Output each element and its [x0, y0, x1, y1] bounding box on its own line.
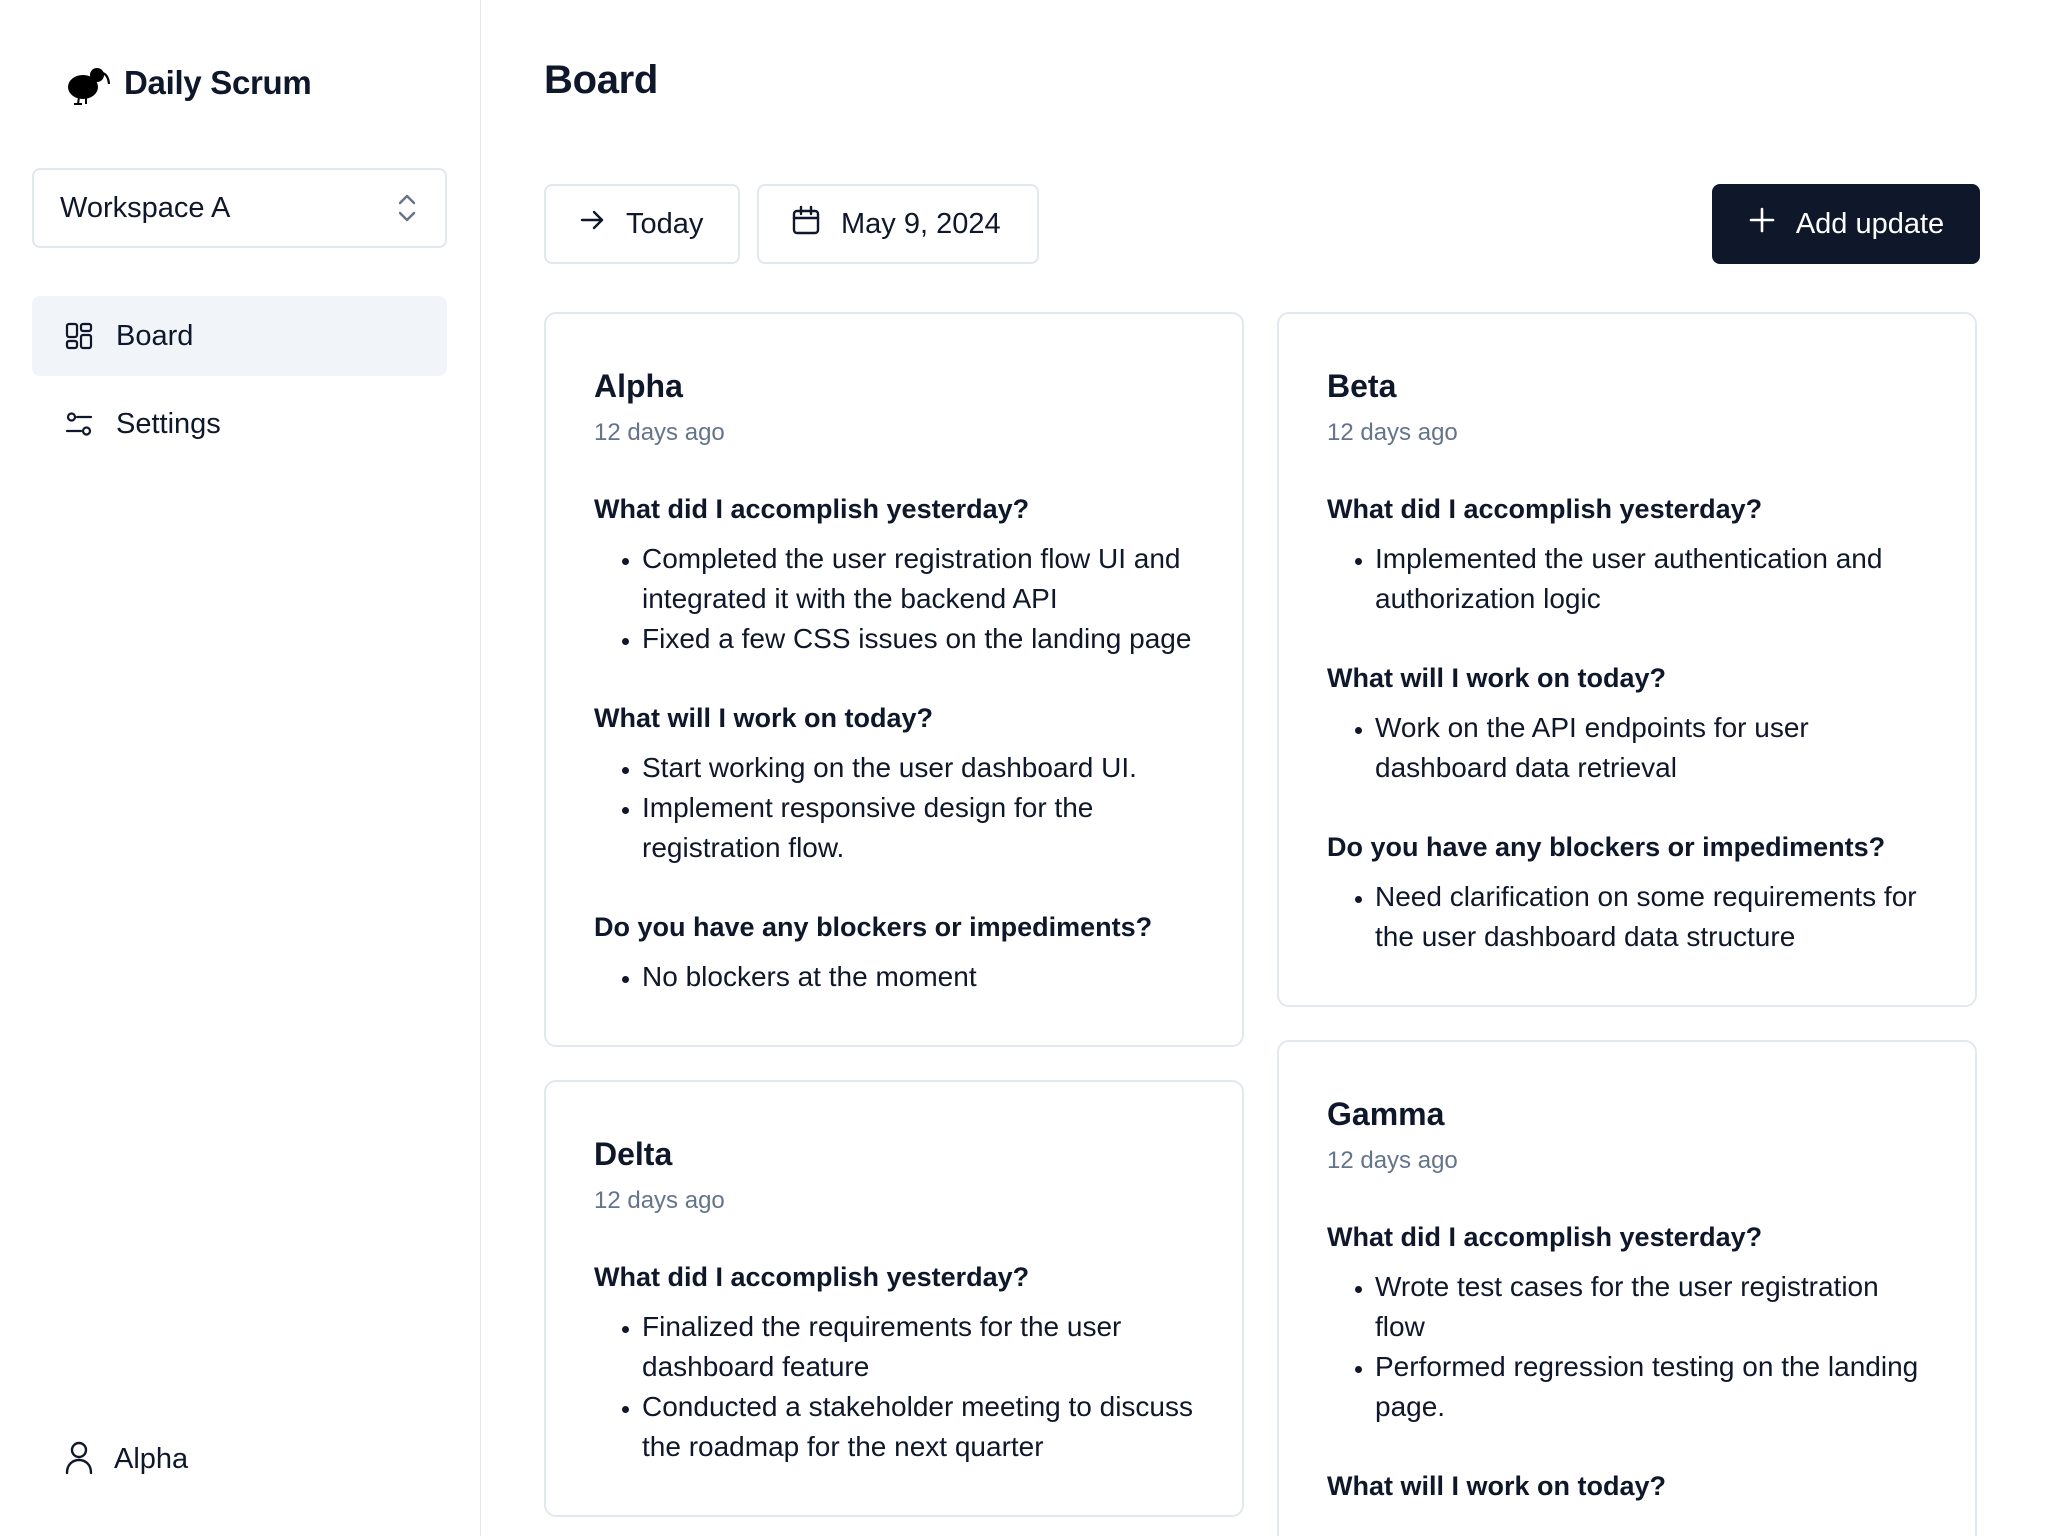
main-content: Board Today May 9, 2024 Add update Alpha… [481, 0, 2048, 1536]
card-section: What will I work on today? Start working… [594, 701, 1194, 868]
update-card: Delta 12 days ago What did I accomplish … [544, 1080, 1244, 1517]
section-question: What did I accomplish yesterday? [594, 494, 1030, 524]
update-card: Beta 12 days ago What did I accomplish y… [1277, 312, 1977, 1007]
arrow-right-icon [578, 206, 606, 242]
sidebar: Daily Scrum Workspace A Board Settings A… [0, 0, 481, 1536]
list-item: Implemented the user authentication and … [1375, 539, 1927, 619]
page-title: Board [544, 58, 659, 102]
list-item: Conducted a stakeholder meeting to discu… [642, 1387, 1194, 1467]
section-question: What will I work on today? [1327, 1471, 1667, 1501]
today-button-label: Today [626, 207, 704, 240]
add-update-button[interactable]: Add update [1712, 184, 1980, 264]
brand-name: Daily Scrum [124, 64, 312, 101]
board-column-left: Alpha 12 days ago What did I accomplish … [544, 312, 1244, 1536]
card-author: Delta [594, 1136, 673, 1172]
toolbar: Today May 9, 2024 Add update [544, 184, 1980, 264]
sidebar-nav: Board Settings [32, 296, 447, 472]
section-list: Implemented the user authentication and … [1327, 539, 1927, 619]
sidebar-item-settings[interactable]: Settings [32, 384, 447, 464]
card-timestamp: 12 days ago [1327, 1147, 1458, 1174]
add-update-label: Add update [1795, 207, 1945, 240]
sidebar-item-label: Settings [116, 407, 221, 440]
section-question: What did I accomplish yesterday? [1327, 494, 1763, 524]
calendar-icon [791, 205, 821, 243]
brand[interactable]: Daily Scrum [64, 60, 312, 106]
section-list: Finalized the requirements for the user … [594, 1307, 1194, 1467]
sliders-icon [64, 409, 94, 439]
date-picker-label: May 9, 2024 [841, 207, 1001, 240]
card-section: What did I accomplish yesterday? Complet… [594, 492, 1194, 659]
list-item: Fixed a few CSS issues on the landing pa… [642, 619, 1194, 659]
plus-icon [1748, 206, 1776, 242]
card-section: What did I accomplish yesterday? Finaliz… [594, 1260, 1194, 1467]
list-item: Wrote test cases for the user registrati… [1375, 1267, 1927, 1347]
list-item: Finalized the requirements for the user … [642, 1307, 1194, 1387]
card-timestamp: 12 days ago [594, 419, 725, 446]
section-list: Wrote test cases for the user registrati… [1327, 1267, 1927, 1427]
section-list: Work on the API endpoints for user dashb… [1327, 708, 1927, 788]
kiwi-bird-logo-icon [64, 60, 110, 106]
list-item: Performed regression testing on the land… [1375, 1347, 1927, 1427]
date-picker-button[interactable]: May 9, 2024 [757, 184, 1039, 264]
card-section: What will I work on today? [1327, 1469, 1927, 1503]
card-timestamp: 12 days ago [594, 1187, 725, 1214]
chevrons-up-down-icon [395, 192, 419, 224]
card-author: Beta [1327, 368, 1397, 404]
section-question: What will I work on today? [594, 703, 934, 733]
list-item: No blockers at the moment [642, 957, 1194, 997]
sidebar-item-label: Board [116, 319, 194, 352]
workspace-select[interactable]: Workspace A [32, 168, 447, 248]
list-item: Need clarification on some requirements … [1375, 877, 1927, 957]
list-item: Start working on the user dashboard UI. [642, 748, 1194, 788]
section-question: What did I accomplish yesterday? [594, 1262, 1030, 1292]
user-name: Alpha [114, 1443, 189, 1475]
section-list: Start working on the user dashboard UI. … [594, 748, 1194, 868]
layout-dashboard-icon [64, 321, 94, 351]
list-item: Completed the user registration flow UI … [642, 539, 1194, 619]
section-question: What did I accomplish yesterday? [1327, 1222, 1763, 1252]
update-card: Alpha 12 days ago What did I accomplish … [544, 312, 1244, 1047]
card-author: Alpha [594, 368, 683, 404]
section-list: No blockers at the moment [594, 957, 1194, 997]
app-root: Daily Scrum Workspace A Board Settings A… [0, 0, 2048, 1536]
card-section: What did I accomplish yesterday? Impleme… [1327, 492, 1927, 619]
section-list: Completed the user registration flow UI … [594, 539, 1194, 659]
card-section: Do you have any blockers or impediments?… [1327, 830, 1927, 957]
list-item: Work on the API endpoints for user dashb… [1375, 708, 1927, 788]
card-section: What will I work on today? Work on the A… [1327, 661, 1927, 788]
card-author: Gamma [1327, 1096, 1445, 1132]
section-question: What will I work on today? [1327, 663, 1667, 693]
card-section: What did I accomplish yesterday? Wrote t… [1327, 1220, 1927, 1427]
update-card: Gamma 12 days ago What did I accomplish … [1277, 1040, 1977, 1536]
card-section: Do you have any blockers or impediments?… [594, 910, 1194, 997]
section-list: Need clarification on some requirements … [1327, 877, 1927, 957]
section-question: Do you have any blockers or impediments? [594, 912, 1153, 942]
today-button[interactable]: Today [544, 184, 740, 264]
section-question: Do you have any blockers or impediments? [1327, 832, 1886, 862]
board-column-right: Beta 12 days ago What did I accomplish y… [1277, 312, 1977, 1536]
sidebar-item-board[interactable]: Board [32, 296, 447, 376]
card-timestamp: 12 days ago [1327, 419, 1458, 446]
user-menu[interactable]: Alpha [64, 1440, 188, 1479]
workspace-select-value: Workspace A [60, 191, 231, 224]
user-icon [64, 1440, 94, 1479]
list-item: Implement responsive design for the regi… [642, 788, 1194, 868]
